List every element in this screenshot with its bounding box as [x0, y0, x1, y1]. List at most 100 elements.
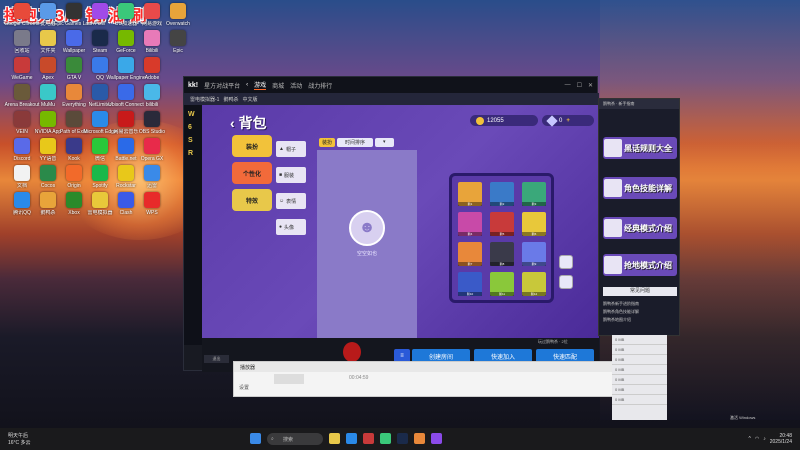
app-icon[interactable]: [363, 433, 374, 444]
backpack-title: 背包: [238, 115, 267, 131]
wifi-icon[interactable]: ◠: [755, 436, 759, 442]
platform-name: 星方对战平台: [204, 83, 241, 90]
guide-link[interactable]: 鹅鸭杀角色技能详解: [603, 309, 639, 315]
avatar-icon: ●: [279, 224, 283, 230]
tray-chevron-icon[interactable]: ^: [749, 436, 751, 442]
add-gem-icon[interactable]: +: [566, 118, 570, 124]
goose-skin-item[interactable]: 鹅8: [490, 242, 514, 266]
platform-titlebar: kk! 星方对战平台 ‹ 游戏 商城 活动 战力排行 — ☐ ✕: [184, 77, 597, 93]
guide-link[interactable]: 鹅鸭杀地图介绍: [603, 317, 631, 323]
category-effects[interactable]: 特效: [232, 189, 272, 211]
coin-icon: [476, 116, 484, 125]
list-item[interactable]: 0 MB: [612, 365, 667, 375]
app-icon[interactable]: [414, 433, 425, 444]
desktop-icon[interactable]: WPS: [132, 192, 172, 232]
chevron-down-icon[interactable]: ▾: [375, 138, 394, 147]
goose-skin-item[interactable]: 鹅1: [458, 182, 482, 206]
goose-skin-item[interactable]: 鹅2: [490, 182, 514, 206]
emu-tab[interactable]: 雷电模拟器-1: [190, 96, 219, 103]
list-item[interactable]: 0 MB: [612, 345, 667, 355]
weather-widget[interactable]: 明天午后 16°C 多云: [8, 432, 98, 446]
start-icon[interactable]: [250, 433, 261, 444]
taskbar-search[interactable]: ⌕ 搜索: [267, 433, 323, 445]
goose-skin-item[interactable]: 鹅3: [522, 182, 546, 206]
goose-icon: [604, 256, 622, 274]
item-label: 鹅5: [490, 232, 514, 236]
app-icon: [144, 138, 160, 154]
fruit-shop-icon[interactable]: [343, 342, 361, 362]
back-button[interactable]: ‹ 背包: [230, 113, 267, 133]
list-item[interactable]: 0 MB: [612, 335, 667, 345]
sort-select[interactable]: 时间排序: [337, 138, 374, 147]
gem-counter: 0 +: [542, 114, 594, 127]
list-item[interactable]: 0 MB: [612, 375, 667, 385]
goose-skin-item[interactable]: 鹅10: [458, 272, 482, 296]
app-icon: [170, 3, 186, 19]
desktop-icon-label: Overwatch: [166, 21, 190, 27]
weather-title: 明天午后: [8, 433, 29, 439]
volume-icon[interactable]: ♪: [763, 436, 766, 442]
emu-tab[interactable]: 鹅鸭杀: [223, 96, 238, 103]
subtab-avatar[interactable]: ● 头像: [276, 219, 306, 235]
list-item[interactable]: 0 MB: [612, 385, 667, 395]
category-personal[interactable]: 个性化: [232, 162, 272, 184]
guide-banner-land[interactable]: 抢地模式介绍: [603, 254, 677, 276]
category-outfit[interactable]: 装扮: [232, 135, 272, 157]
minimize-icon[interactable]: —: [565, 82, 571, 89]
list-item[interactable]: 0 MB: [612, 355, 667, 365]
close-icon[interactable]: ✕: [588, 82, 593, 89]
edge-icon[interactable]: [346, 433, 357, 444]
clock-date: 2025/1/24: [769, 439, 792, 445]
player-settings[interactable]: 设置: [239, 384, 249, 391]
back-arrow-icon[interactable]: ‹: [246, 82, 248, 88]
goose-icon: [604, 219, 622, 237]
item-label: 鹅1: [458, 202, 482, 206]
weather-sub: 16°C 多云: [8, 440, 31, 446]
search-icon: ⌕: [271, 436, 274, 442]
gem-icon: [546, 114, 558, 127]
subtab-hat[interactable]: ▲ 帽子: [276, 141, 306, 157]
steam-icon[interactable]: [397, 433, 408, 444]
guide-link[interactable]: 鹅鸭杀新手进阶指南: [603, 301, 639, 307]
goose-icon: [604, 179, 622, 197]
profile-icon[interactable]: [559, 275, 573, 289]
goose-skin-item[interactable]: 鹅4: [458, 212, 482, 236]
exit-button[interactable]: 退出: [204, 355, 229, 363]
item-label: 鹅11: [490, 292, 514, 296]
subtab-clothes[interactable]: ■ 服装: [276, 167, 306, 183]
goose-skin-item[interactable]: 鹅6: [522, 212, 546, 236]
taskbar: 明天午后 16°C 多云 ⌕ 搜索 ^ ◠ ♪ 20:48 2025/1/24: [0, 428, 800, 450]
faq-button[interactable]: 常见问题: [603, 287, 677, 296]
goose-skin-item[interactable]: 鹅12: [522, 272, 546, 296]
goose-skin-item[interactable]: 鹅7: [458, 242, 482, 266]
nav-ranking[interactable]: 战力排行: [308, 81, 332, 90]
filter-tag[interactable]: 装扮: [319, 138, 336, 147]
clothes-icon: ■: [279, 172, 283, 178]
maximize-icon[interactable]: ☐: [577, 82, 582, 89]
wechat-icon[interactable]: [380, 433, 391, 444]
guide-banner-slang[interactable]: 黑话规则大全: [603, 137, 677, 159]
explorer-icon[interactable]: [329, 433, 340, 444]
platform-logo[interactable]: kk!: [188, 82, 198, 89]
guide-banner-roles[interactable]: 角色技能详解: [603, 177, 677, 199]
goose-skin-item[interactable]: 鹅9: [522, 242, 546, 266]
nav-games[interactable]: 游戏: [254, 80, 267, 90]
goose-skin-item[interactable]: 鹅5: [490, 212, 514, 236]
clock[interactable]: 20:48 2025/1/24: [770, 433, 792, 445]
goose-skin-item[interactable]: 鹅11: [490, 272, 514, 296]
desktop-icon-label: OBS Studio: [138, 129, 166, 135]
color-wheel-icon[interactable]: [559, 255, 573, 269]
list-item[interactable]: 0 MB: [612, 395, 667, 405]
subtab-emote[interactable]: ☺ 表情: [276, 193, 306, 209]
coin-value: 12055: [487, 117, 504, 124]
video-thumbnail[interactable]: [274, 374, 304, 384]
emu-tab[interactable]: 中文版: [242, 96, 257, 103]
guide-banner-classic[interactable]: 经典模式介绍: [603, 217, 677, 239]
app-icon[interactable]: [431, 433, 442, 444]
item-label: 鹅10: [458, 292, 482, 296]
category-label: 装扮: [245, 144, 258, 151]
nav-store[interactable]: 商城: [272, 81, 284, 90]
subtab-label: 帽子: [285, 146, 296, 153]
nav-events[interactable]: 活动: [290, 81, 302, 90]
banner-label: 黑话规则大全: [624, 143, 672, 153]
